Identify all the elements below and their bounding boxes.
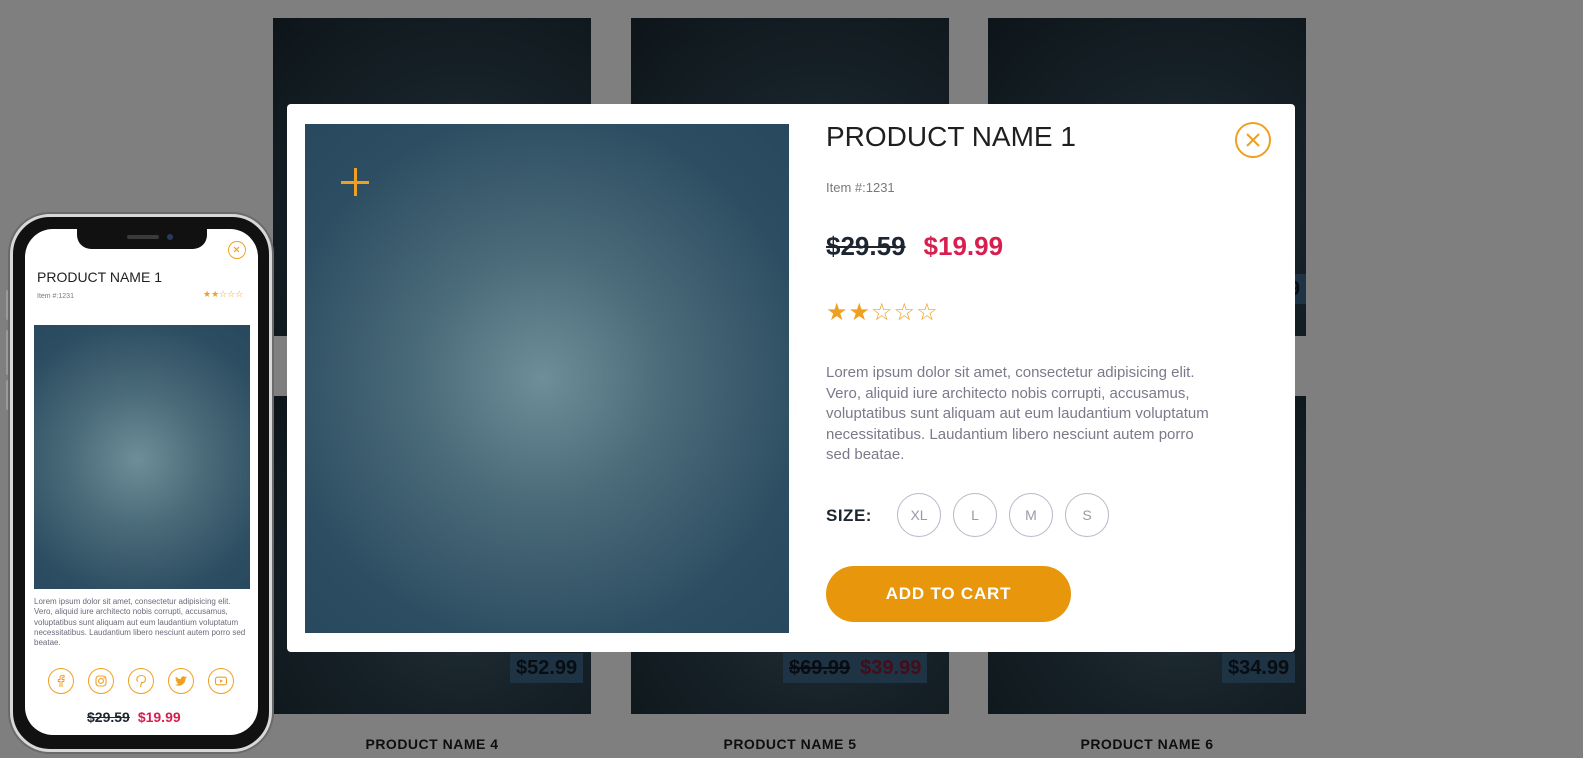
close-button[interactable] — [1235, 122, 1271, 158]
star-empty-icon: ☆ — [871, 298, 894, 326]
star-filled-icon: ★ — [848, 298, 872, 326]
size-label: SIZE: — [826, 506, 872, 525]
size-option-m[interactable]: M — [1009, 493, 1053, 537]
add-to-cart-button[interactable]: ADD TO CART — [826, 566, 1071, 622]
size-options: XL L M S — [897, 493, 1109, 537]
youtube-button[interactable] — [208, 668, 234, 694]
mobile-product-description: Lorem ipsum dolor sit amet, consectetur … — [34, 597, 246, 648]
pinterest-icon — [136, 674, 147, 688]
mobile-close-button[interactable] — [228, 241, 246, 259]
price-block: $29.59 $19.99 — [826, 231, 1003, 262]
sale-price: $19.99 — [923, 231, 1004, 261]
facebook-icon — [57, 674, 65, 687]
product-description: Lorem ipsum dolor sit amet, consectetur … — [826, 364, 1209, 463]
instagram-button[interactable] — [88, 668, 114, 694]
star-filled-icon: ★ — [826, 298, 849, 326]
twitter-icon — [175, 676, 187, 686]
instagram-icon — [95, 675, 107, 687]
speaker-icon — [127, 235, 159, 239]
mobile-product-image — [34, 325, 250, 589]
mobile-original-price: $29.59 — [87, 709, 130, 725]
facebook-button[interactable] — [48, 668, 74, 694]
social-links — [48, 668, 234, 694]
size-option-s[interactable]: S — [1065, 493, 1109, 537]
twitter-button[interactable] — [168, 668, 194, 694]
star-empty-icon: ☆ — [916, 298, 939, 326]
mobile-product-title: PRODUCT NAME 1 — [37, 269, 162, 285]
close-icon — [1246, 133, 1260, 147]
phone-screen: PRODUCT NAME 1 Item #:1231 ★★☆☆☆ Lorem i… — [25, 229, 258, 735]
youtube-icon — [214, 676, 228, 686]
phone-mockup: PRODUCT NAME 1 Item #:1231 ★★☆☆☆ Lorem i… — [10, 214, 272, 752]
star-empty-icon: ☆ — [893, 298, 917, 326]
size-option-xl[interactable]: XL — [897, 493, 941, 537]
pinterest-button[interactable] — [128, 668, 154, 694]
product-quickview-modal: PRODUCT NAME 1 Item #:1231 $29.59 $19.99 … — [287, 104, 1295, 652]
item-number: Item #:1231 — [826, 180, 895, 195]
product-title: PRODUCT NAME 1 — [826, 121, 1076, 152]
close-icon — [233, 246, 240, 253]
mobile-sale-price: $19.99 — [137, 709, 181, 725]
mobile-item-number: Item #:1231 — [37, 293, 74, 300]
mobile-star-rating: ★★☆☆☆ — [203, 290, 244, 300]
phone-notch — [77, 229, 207, 249]
zoom-plus-icon[interactable] — [341, 168, 369, 196]
camera-icon — [167, 234, 173, 240]
size-option-l[interactable]: L — [953, 493, 997, 537]
star-rating: ★★☆☆☆ — [826, 298, 939, 326]
original-price: $29.59 — [826, 231, 906, 261]
mobile-price-block: $29.59 $19.99 — [87, 709, 181, 725]
product-image — [305, 124, 789, 633]
